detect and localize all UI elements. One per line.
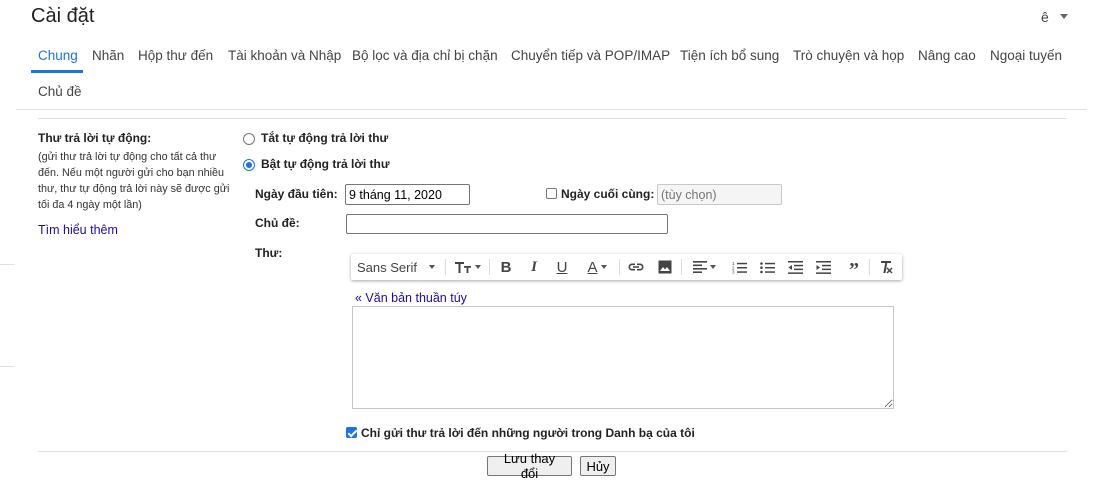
cancel-button[interactable]: Hủy (580, 456, 616, 476)
link-icon[interactable] (625, 258, 647, 276)
language-selector[interactable]: ê (1041, 9, 1049, 25)
bulleted-list-icon[interactable] (756, 258, 778, 276)
vacation-description: (gửi thư trả lời tự động cho tất cả thư … (38, 151, 230, 211)
toolbar-divider (619, 259, 620, 275)
toolbar-divider (869, 259, 870, 275)
tab-themes[interactable]: Chủ đề (38, 84, 82, 99)
chevron-down-icon[interactable] (1060, 14, 1068, 19)
learn-more-link[interactable]: Tìm hiểu thêm (38, 223, 118, 237)
vacation-off-radio[interactable] (243, 133, 255, 145)
vacation-off-label[interactable]: Tắt tự động trả lời thư (261, 131, 388, 145)
toolbar-divider (445, 259, 446, 275)
last-day-input[interactable] (657, 184, 782, 205)
save-button[interactable]: Lưu thay đổi (487, 451, 572, 481)
plain-text-link[interactable]: « Văn bản thuần túy (355, 291, 467, 305)
tab-filters[interactable]: Bộ lọc và địa chỉ bị chặn (352, 48, 498, 63)
align-icon[interactable] (687, 258, 721, 276)
tab-forwarding[interactable]: Chuyển tiếp và POP/IMAP (511, 48, 670, 63)
last-day-label[interactable]: Ngày cuối cùng: (561, 187, 654, 201)
tab-general[interactable]: Chung (38, 48, 78, 63)
toolbar-divider (681, 259, 682, 275)
font-size-icon[interactable] (449, 258, 485, 276)
tab-offline[interactable]: Ngoại tuyến (990, 48, 1062, 63)
left-edge-line (0, 264, 14, 265)
formatting-toolbar: Sans Serif B I U A 123 ” (351, 254, 902, 281)
italic-icon[interactable]: I (523, 258, 545, 276)
first-day-input[interactable] (345, 184, 470, 205)
numbered-list-icon[interactable]: 123 (728, 258, 750, 276)
toolbar-divider (489, 259, 490, 275)
image-icon[interactable] (654, 258, 676, 276)
tab-chat-meet[interactable]: Trò chuyện và họp (793, 48, 904, 63)
left-edge-line (0, 366, 14, 367)
tabs-divider (16, 109, 1087, 110)
tab-advanced[interactable]: Nâng cao (918, 48, 976, 63)
contacts-only-checkbox[interactable] (346, 427, 357, 438)
vacation-on-radio[interactable] (243, 159, 255, 171)
svg-text:3: 3 (732, 269, 735, 273)
tab-labels[interactable]: Nhãn (92, 48, 124, 63)
tab-accounts[interactable]: Tài khoản và Nhập (228, 48, 341, 63)
section-divider (38, 118, 1067, 119)
last-day-checkbox[interactable] (546, 188, 557, 199)
tab-inbox[interactable]: Hộp thư đến (138, 48, 213, 63)
font-family-label: Sans Serif (357, 259, 417, 275)
active-tab-indicator (31, 70, 83, 73)
quote-icon[interactable]: ” (843, 258, 865, 281)
message-editor[interactable] (352, 306, 894, 409)
bold-icon[interactable]: B (495, 258, 517, 276)
indent-more-icon[interactable] (812, 258, 834, 276)
tab-addons[interactable]: Tiện ích bổ sung (680, 48, 779, 63)
text-color-icon[interactable]: A (579, 258, 615, 276)
contacts-only-label[interactable]: Chỉ gửi thư trả lời đến những người tron… (361, 426, 695, 440)
indent-less-icon[interactable] (784, 258, 806, 276)
message-label: Thư: (255, 246, 283, 260)
vacation-on-label[interactable]: Bật tự động trả lời thư (261, 157, 390, 171)
font-family-select[interactable]: Sans Serif (357, 258, 441, 276)
chevron-down-icon (428, 265, 435, 269)
vacation-title: Thư trả lời tự động: (38, 131, 152, 145)
page-title: Cài đặt (31, 5, 95, 27)
remove-formatting-icon[interactable] (875, 258, 897, 276)
subject-label: Chủ đề: (255, 216, 300, 230)
subject-input[interactable] (346, 214, 668, 234)
first-day-label: Ngày đầu tiên: (255, 187, 338, 201)
underline-icon[interactable]: U (551, 258, 573, 276)
